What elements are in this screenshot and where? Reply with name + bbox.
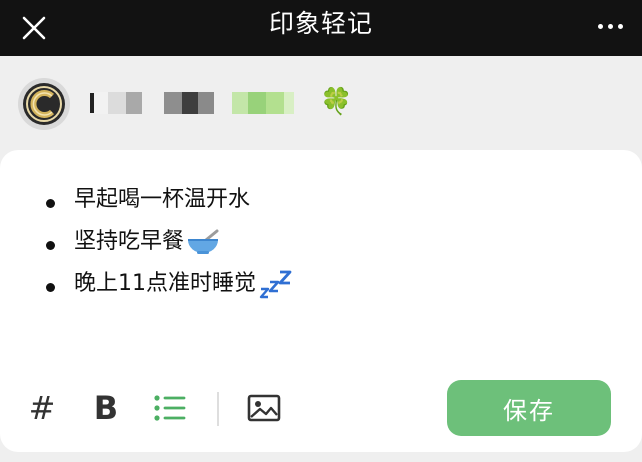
more-dot-icon [607,23,613,29]
page-title: 印象轻记 [268,9,373,38]
save-button[interactable]: 保存 [447,380,611,436]
list-item[interactable]: 早起喝一杯温开水 [26,178,292,220]
clover-emoji-icon: 🍀 [320,87,353,117]
toolbar-divider [217,392,219,426]
logo-c-icon [23,83,65,125]
more-dot-icon [597,23,603,29]
more-options-button[interactable] [588,8,632,44]
list-item-text: 晚上11点准时睡觉 [74,271,256,296]
account-name-redacted [90,88,294,118]
note-editor[interactable]: 早起喝一杯温开水 坚持吃早餐 晚上11点准时睡觉 # B 保存 [0,150,642,452]
zzz-icon [259,270,292,299]
tag-button[interactable]: # [22,386,62,430]
bulleted-list-button[interactable] [150,386,190,430]
title-bar: 印象轻记 [0,0,642,56]
bold-button[interactable]: B [86,386,126,430]
more-dot-icon [617,23,623,29]
account-row: 🍀 [0,56,642,150]
note-bullet-list: 早起喝一杯温开水 坚持吃早餐 晚上11点准时睡觉 [26,178,292,304]
list-item[interactable]: 晚上11点准时睡觉 [26,262,292,304]
bulleted-list-icon [154,395,186,421]
list-item-text: 早起喝一杯温开水 [74,187,251,212]
list-item[interactable]: 坚持吃早餐 [26,220,292,262]
list-item-text: 坚持吃早餐 [74,229,185,254]
insert-image-button[interactable] [244,386,284,430]
bowl-spoon-icon [188,229,219,254]
image-icon [247,394,281,422]
avatar[interactable] [18,78,70,130]
